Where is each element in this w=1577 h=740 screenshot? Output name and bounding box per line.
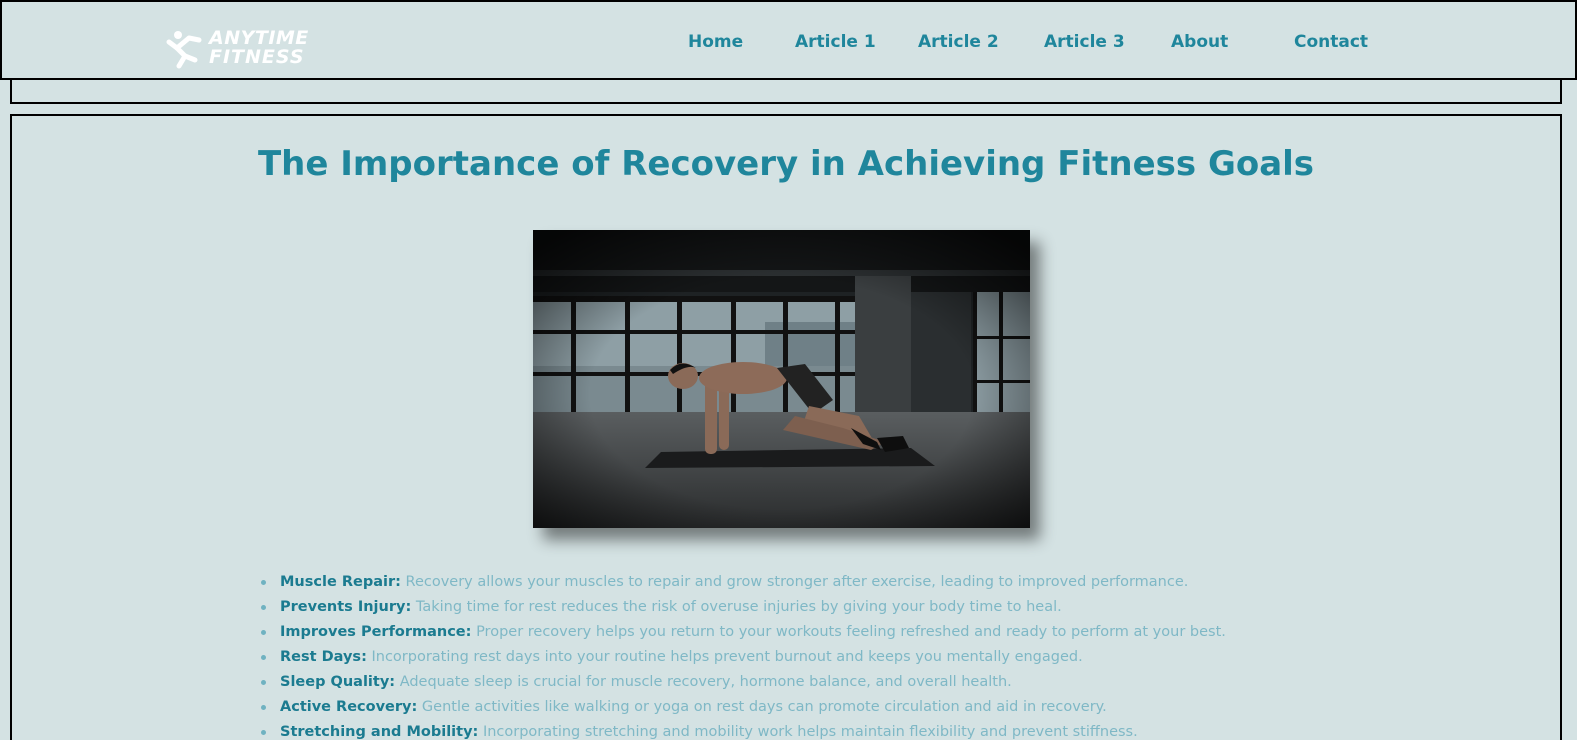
point-key: Improves Performance:	[280, 624, 472, 640]
point-text: Incorporating stretching and mobility wo…	[482, 724, 1138, 740]
nav-article-2[interactable]: Article 2	[918, 32, 999, 52]
navbar: ANYTIME FITNESS Home Article 1 Article 2…	[0, 0, 1577, 80]
list-item: Stretching and Mobility: Incorporating s…	[256, 720, 1376, 740]
point-key: Muscle Repair:	[280, 574, 401, 590]
point-text: Recovery allows your muscles to repair a…	[405, 574, 1189, 590]
point-key: Prevents Injury:	[280, 599, 412, 615]
point-text: Proper recovery helps you return to your…	[476, 624, 1226, 640]
article-title: The Importance of Recovery in Achieving …	[257, 144, 1315, 184]
point-key: Rest Days:	[280, 649, 367, 665]
point-text: Taking time for rest reduces the risk of…	[415, 599, 1062, 615]
hero-photo-icon	[533, 230, 1030, 528]
recovery-points-list: Muscle Repair: Recovery allows your musc…	[256, 570, 1376, 740]
point-key: Sleep Quality:	[280, 674, 396, 690]
list-item: Improves Performance: Proper recovery he…	[256, 620, 1376, 645]
nav-article-1[interactable]: Article 1	[795, 32, 876, 52]
nav-home[interactable]: Home	[688, 32, 743, 52]
hero-image	[533, 230, 1030, 528]
list-item: Sleep Quality: Adequate sleep is crucial…	[256, 670, 1376, 695]
point-key: Stretching and Mobility:	[280, 724, 479, 740]
brand-line-2: FITNESS	[209, 46, 305, 68]
list-item: Active Recovery: Gentle activities like …	[256, 695, 1376, 720]
list-item: Rest Days: Incorporating rest days into …	[256, 645, 1376, 670]
point-text: Adequate sleep is crucial for muscle rec…	[399, 674, 1012, 690]
nav-about[interactable]: About	[1171, 32, 1228, 52]
nav-contact[interactable]: Contact	[1294, 32, 1368, 52]
nav-article-3[interactable]: Article 3	[1044, 32, 1125, 52]
brand-wordmark: ANYTIME FITNESS	[209, 29, 309, 67]
list-item: Muscle Repair: Recovery allows your musc…	[256, 570, 1376, 595]
point-key: Active Recovery:	[280, 699, 418, 715]
brand-logo[interactable]: ANYTIME FITNESS	[165, 26, 330, 70]
article-card: The Importance of Recovery in Achieving …	[10, 114, 1562, 740]
point-text: Incorporating rest days into your routin…	[371, 649, 1083, 665]
runner-logo-icon	[166, 31, 202, 69]
point-text: Gentle activities like walking or yoga o…	[421, 699, 1107, 715]
list-item: Prevents Injury: Taking time for rest re…	[256, 595, 1376, 620]
